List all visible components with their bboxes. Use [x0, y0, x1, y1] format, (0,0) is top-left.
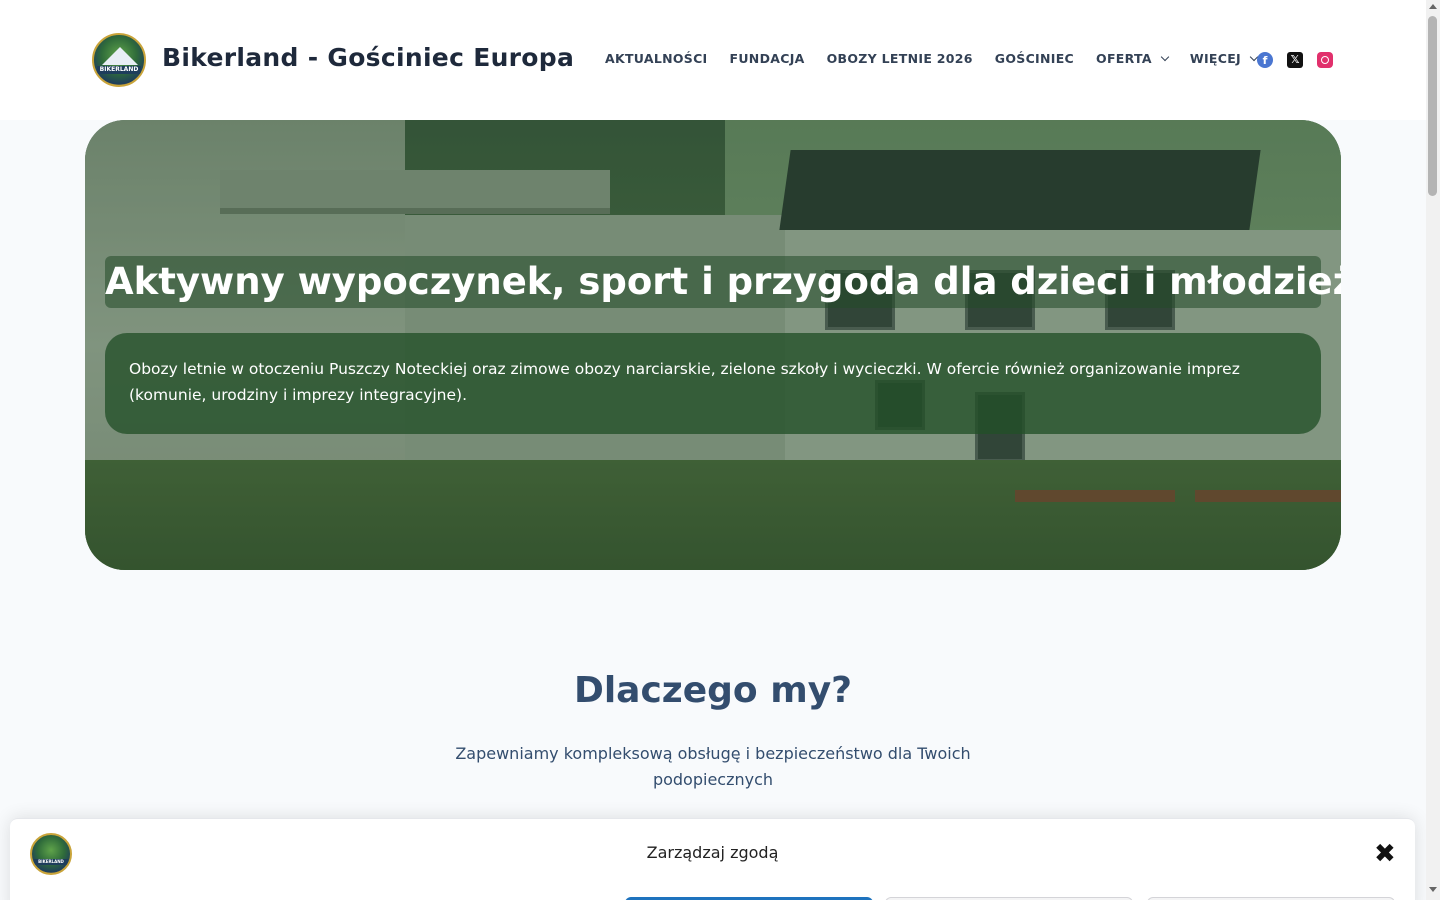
x-icon[interactable]: 𝕏: [1287, 52, 1303, 68]
site-logo[interactable]: BIKERLAND: [92, 33, 146, 87]
scrollbar[interactable]: [1426, 0, 1440, 900]
section-subtitle: Zapewniamy kompleksową obsługę i bezpiec…: [455, 744, 971, 789]
chevron-down-icon: [1160, 52, 1170, 61]
nav-label: OBOZY LETNIE 2026: [826, 51, 973, 66]
nav-label: OFERTA: [1096, 51, 1152, 66]
nav-label: AKTUALNOŚCI: [605, 51, 708, 66]
facebook-icon[interactable]: f: [1257, 52, 1273, 68]
nav-item-gosciniec[interactable]: GOŚCINIEC: [995, 51, 1074, 66]
instagram-icon[interactable]: [1317, 52, 1333, 68]
scroll-up-icon[interactable]: [1429, 4, 1437, 9]
hero-banner: Aktywny wypoczynek, sport i przygoda dla…: [85, 120, 1341, 570]
nav-label: FUNDACJA: [729, 51, 805, 66]
hero-title: Aktywny wypoczynek, sport i przygoda dla…: [105, 256, 1341, 308]
nav-label: GOŚCINIEC: [994, 51, 1075, 66]
section-title: Dlaczego my?: [573, 670, 853, 711]
site-title[interactable]: Bikerland - Gościniec Europa: [162, 43, 574, 72]
nav-item-oferta[interactable]: OFERTA: [1096, 51, 1170, 66]
close-icon[interactable]: ✖: [1374, 841, 1396, 867]
cookie-title: Zarządzaj zgodą: [646, 843, 779, 862]
logo-text: BIKERLAND: [97, 66, 141, 74]
mountain-icon: [102, 47, 138, 65]
scrollbar-thumb[interactable]: [1428, 16, 1437, 196]
nav-item-obozy-letnie[interactable]: OBOZY LETNIE 2026: [827, 51, 973, 66]
nav-item-aktualnosci[interactable]: AKTUALNOŚCI: [605, 51, 708, 66]
nav-item-wiecej[interactable]: WIĘCEJ: [1189, 51, 1259, 66]
main-nav: AKTUALNOŚCI FUNDACJA OBOZY LETNIE 2026 G…: [605, 51, 1279, 66]
hero-description-box: Obozy letnie w otoczeniu Puszczy Notecki…: [105, 333, 1321, 434]
nav-item-fundacja[interactable]: FUNDACJA: [730, 51, 805, 66]
cookie-consent-banner: BIKERLAND Zarządzaj zgodą ✖: [10, 818, 1415, 900]
hero-description: Obozy letnie w otoczeniu Puszczy Notecki…: [129, 360, 1240, 404]
nav-label: WIĘCEJ: [1189, 51, 1242, 66]
scroll-down-icon[interactable]: [1429, 887, 1437, 892]
site-header: BIKERLAND Bikerland - Gościniec Europa A…: [0, 0, 1426, 120]
